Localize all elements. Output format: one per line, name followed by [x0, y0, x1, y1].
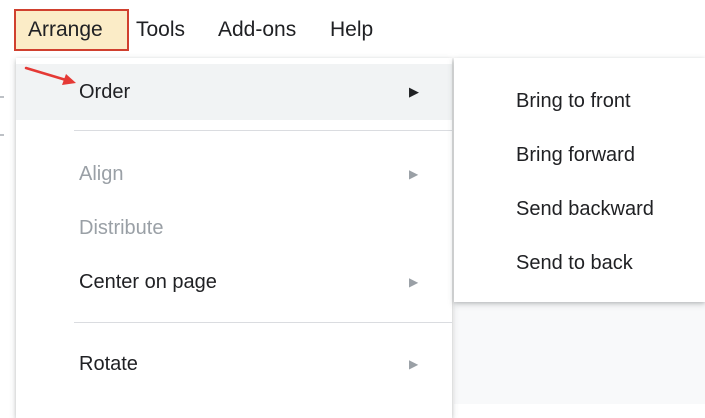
submenu-item-label: Bring to front: [516, 90, 631, 112]
menu-help[interactable]: Help: [330, 14, 373, 46]
submenu-item-send-to-back[interactable]: Send to back: [454, 236, 705, 290]
menu-divider: [74, 130, 452, 131]
page-edge-mark: [0, 96, 4, 98]
submenu-arrow-icon: ▶: [409, 84, 419, 99]
menu-item-label: Rotate: [79, 353, 138, 375]
menu-item-label: Center on page: [79, 271, 217, 293]
menu-item-label: Align: [79, 163, 124, 185]
submenu-arrow-icon: ▶: [409, 357, 419, 371]
menu-arrange[interactable]: Arrange: [14, 9, 129, 51]
menu-add-ons[interactable]: Add-ons: [218, 14, 296, 46]
page-background: [454, 302, 705, 404]
menu-tools[interactable]: Tools: [136, 14, 185, 46]
submenu-item-bring-to-front[interactable]: Bring to front: [454, 74, 705, 128]
menu-divider: [74, 322, 452, 323]
menu-item-distribute[interactable]: Distribute: [16, 200, 452, 256]
submenu-item-label: Bring forward: [516, 144, 635, 166]
menu-bar: Arrange Tools Add-ons Help: [0, 0, 705, 56]
submenu-arrow-icon: ▶: [409, 275, 419, 289]
submenu-item-label: Send to back: [516, 252, 633, 274]
menu-item-align[interactable]: Align ▶: [16, 146, 452, 202]
order-submenu: Bring to front Bring forward Send backwa…: [454, 58, 705, 302]
menu-item-order[interactable]: Order ▶: [16, 64, 452, 120]
menu-item-center-on-page[interactable]: Center on page ▶: [16, 254, 452, 310]
red-arrow-annotation-icon: [24, 66, 76, 85]
submenu-item-send-backward[interactable]: Send backward: [454, 182, 705, 236]
menu-item-rotate[interactable]: Rotate ▶: [16, 336, 452, 392]
menu-item-label: Distribute: [79, 217, 164, 239]
arrange-dropdown-menu: Order ▶ Align ▶ Distribute Center on pag…: [16, 58, 452, 418]
submenu-item-label: Send backward: [516, 198, 654, 220]
menu-item-label: Order: [79, 81, 131, 103]
submenu-item-bring-forward[interactable]: Bring forward: [454, 128, 705, 182]
submenu-arrow-icon: ▶: [409, 167, 419, 181]
page-edge-mark: [0, 134, 4, 136]
